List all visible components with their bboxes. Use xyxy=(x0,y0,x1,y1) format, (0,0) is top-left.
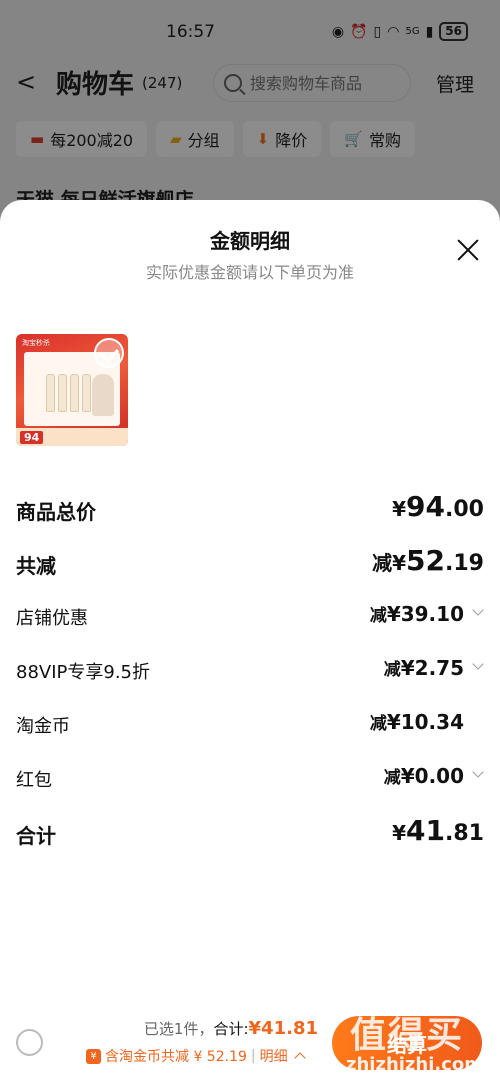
row-label: 合计 xyxy=(16,824,56,848)
close-icon[interactable] xyxy=(456,238,480,262)
row-label: 共减 xyxy=(16,554,56,578)
row-value: ¥41.81 xyxy=(392,814,484,847)
row-label: 红包 xyxy=(16,770,52,791)
row-coin-discount: 淘金币 减¥10.34 xyxy=(16,704,484,744)
row-label: 商品总价 xyxy=(16,500,96,524)
sheet-title: 金额明细 xyxy=(210,229,290,253)
row-value: 减¥10.34 xyxy=(369,710,464,734)
selected-count: 已选1件， xyxy=(143,1020,214,1038)
selection-summary: 已选1件，合计:¥41.81 xyxy=(144,1018,318,1039)
divider: | xyxy=(250,1048,256,1064)
chevron-down-icon[interactable] xyxy=(472,606,484,618)
row-redpacket[interactable]: 红包 减¥0.00 xyxy=(16,758,484,798)
row-label: 淘金币 xyxy=(16,716,70,737)
chevron-down-icon[interactable] xyxy=(472,768,484,780)
row-value: ¥94.00 xyxy=(392,490,484,523)
total-label: 合计: xyxy=(213,1020,249,1038)
sheet-subtitle: 实际优惠金额请以下单页为准 xyxy=(145,263,354,282)
chevron-up-icon[interactable] xyxy=(293,1052,306,1064)
product-price-tag: 94 xyxy=(20,431,44,444)
row-value: 减¥0.00 xyxy=(383,764,464,788)
row-value: 减¥2.75 xyxy=(383,656,464,680)
checkout-bar: 已选1件，合计:¥41.81 ¥ 含淘金币共减 ¥ 52.19 | 明细 结算 xyxy=(0,1000,500,1085)
row-total-price: 商品总价 ¥94.00 xyxy=(16,488,484,528)
product-label: 淘宝秒杀 xyxy=(22,339,50,347)
row-total-discount: 共减 减¥52.19 xyxy=(16,542,484,582)
row-vip-discount[interactable]: 88VIP专享9.5折 减¥2.75 xyxy=(16,650,484,690)
model-image xyxy=(92,374,114,416)
row-shop-discount[interactable]: 店铺优惠 减¥39.10 xyxy=(16,596,484,636)
chevron-down-icon[interactable] xyxy=(472,660,484,672)
amount-detail-sheet: 金额明细 实际优惠金额请以下单页为准 淘宝秒杀 94 商品总价 ¥94.00 共… xyxy=(0,200,500,1085)
row-value: 减¥52.19 xyxy=(372,544,484,577)
row-label: 88VIP专享9.5折 xyxy=(16,662,151,683)
coin-text: 含淘金币共减 ¥ 52.19 xyxy=(105,1049,247,1065)
detail-link[interactable]: 明细 xyxy=(260,1046,288,1066)
row-value: 减¥39.10 xyxy=(369,602,464,626)
check-icon[interactable] xyxy=(94,338,124,368)
coin-icon: ¥ xyxy=(86,1048,101,1064)
coin-discount-line[interactable]: ¥ 含淘金币共减 ¥ 52.19 | 明细 xyxy=(86,1046,306,1066)
select-all-radio[interactable] xyxy=(16,1029,43,1056)
checkout-button[interactable]: 结算 xyxy=(332,1016,482,1070)
bottles-image xyxy=(46,374,91,412)
total-amount: ¥41.81 xyxy=(248,1018,318,1039)
row-label: 店铺优惠 xyxy=(16,608,88,629)
row-sum: 合计 ¥41.81 xyxy=(16,812,484,852)
product-thumbnail[interactable]: 淘宝秒杀 94 xyxy=(16,334,128,446)
